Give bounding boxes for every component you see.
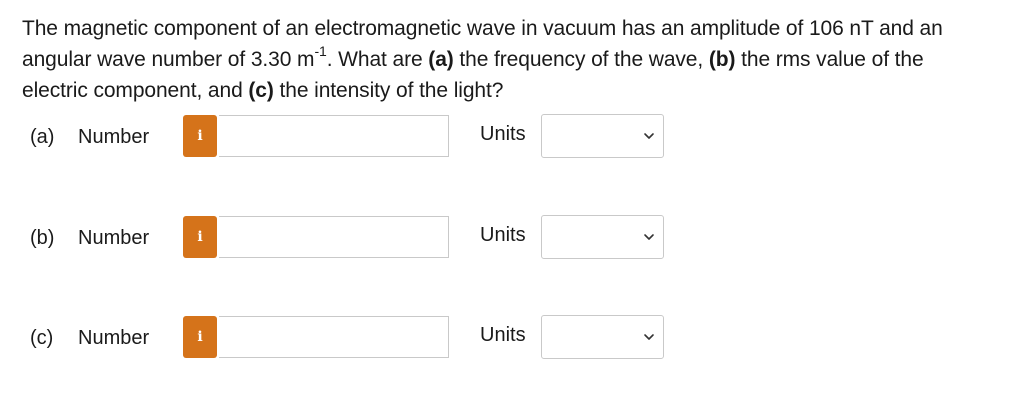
part-label: (c) (30, 327, 54, 349)
units-label: Units (480, 324, 526, 346)
number-label: Number (78, 227, 150, 249)
question-part-c-tag: (c) (248, 79, 274, 102)
question-part-a-tag: (a) (428, 48, 454, 71)
chevron-down-icon (644, 234, 654, 240)
answer-row-b: (b) Number i Units (0, 215, 1024, 261)
question-text-part-3: the frequency of the wave, (453, 48, 709, 71)
units-dropdown-c[interactable] (541, 315, 664, 359)
number-label: Number (78, 327, 150, 349)
number-input-a[interactable] (219, 115, 449, 157)
part-label: (a) (30, 126, 55, 148)
units-dropdown-b[interactable] (541, 215, 664, 259)
question-text: The magnetic component of an electromagn… (22, 13, 982, 106)
info-button[interactable]: i (183, 216, 217, 258)
number-input-c[interactable] (219, 316, 449, 358)
number-label: Number (78, 126, 150, 148)
info-icon: i (197, 128, 203, 144)
info-button[interactable]: i (183, 316, 217, 358)
question-text-part-2: . What are (326, 48, 429, 71)
question-part-b-tag: (b) (708, 48, 736, 71)
answer-row-a: (a) Number i Units (0, 114, 1024, 160)
number-input-b[interactable] (219, 216, 449, 258)
part-label: (b) (30, 227, 55, 249)
info-icon: i (197, 229, 203, 245)
chevron-down-icon (644, 334, 654, 340)
question-superscript: -1 (314, 43, 327, 59)
info-button[interactable]: i (183, 115, 217, 157)
units-label: Units (480, 123, 526, 145)
units-dropdown-a[interactable] (541, 114, 664, 158)
question-text-part-5: the intensity of the light? (273, 79, 504, 102)
info-icon: i (197, 329, 203, 345)
answer-row-c: (c) Number i Units (0, 315, 1024, 361)
units-label: Units (480, 224, 526, 246)
chevron-down-icon (644, 133, 654, 139)
